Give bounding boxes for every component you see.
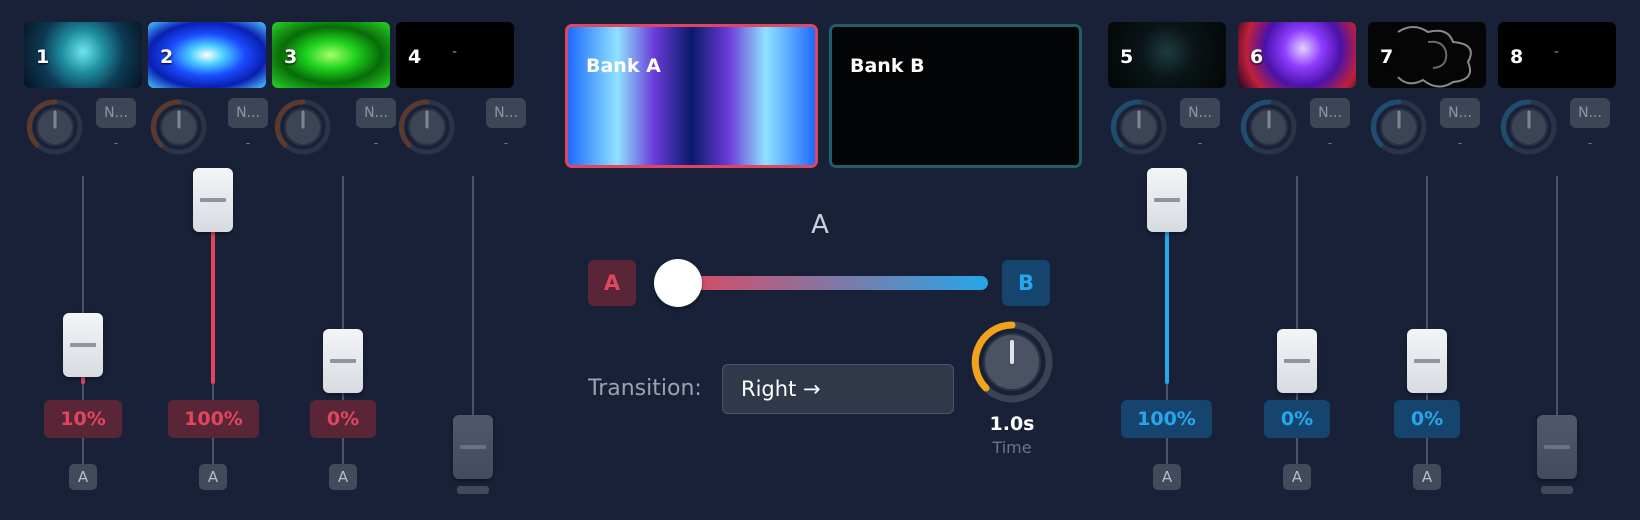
crossfader-position-label: A <box>811 210 829 240</box>
channel-3-level-badge: 0% <box>310 400 376 438</box>
channel-2-thumbnail[interactable]: 2 <box>148 22 266 88</box>
channel-4-empty-dash: - <box>452 44 458 60</box>
channel-7-mode-dash: - <box>1457 136 1463 150</box>
crossfader-handle[interactable] <box>654 259 702 307</box>
channel-8-fader[interactable] <box>1537 415 1577 479</box>
channel-7-fader[interactable] <box>1407 329 1447 393</box>
channel-2-fader[interactable] <box>193 168 233 232</box>
channel-8-thumbnail[interactable]: 8 - <box>1498 22 1616 88</box>
channel-3-mode-dash: - <box>373 136 379 150</box>
channel-1-assign-button[interactable]: A <box>69 464 97 490</box>
channel-3-mode-button[interactable]: N... <box>356 98 396 128</box>
channel-7-knob[interactable] <box>1370 98 1428 156</box>
channel-6-mode-button[interactable]: N... <box>1310 98 1350 128</box>
channel-8-knob[interactable] <box>1500 98 1558 156</box>
channel-7-level-badge: 0% <box>1394 400 1460 438</box>
channel-2-mode-button[interactable]: N... <box>228 98 268 128</box>
transition-select[interactable]: Right → <box>722 364 954 414</box>
channel-6-mode-dash: - <box>1327 136 1333 150</box>
channel-3-knob[interactable] <box>274 98 332 156</box>
channel-1-mode-button[interactable]: N... <box>96 98 136 128</box>
channel-4-thumbnail[interactable]: 4 - <box>396 22 514 88</box>
channel-4-assign-stub <box>457 486 489 494</box>
bank-b-label: Bank B <box>850 55 925 77</box>
channel-8-number: 8 <box>1510 46 1524 68</box>
bank-b-preview[interactable]: Bank B <box>829 24 1082 168</box>
channel-1-number: 1 <box>36 46 50 68</box>
channel-7-thumbnail[interactable]: 7 <box>1368 22 1486 88</box>
channel-3-thumbnail[interactable]: 3 <box>272 22 390 88</box>
channel-3-assign-button[interactable]: A <box>329 464 357 490</box>
channel-5-number: 5 <box>1120 46 1134 68</box>
channel-2-knob[interactable] <box>150 98 208 156</box>
channel-4-number: 4 <box>408 46 422 68</box>
channel-8-mode-dash: - <box>1587 136 1593 150</box>
channel-6-number: 6 <box>1250 46 1264 68</box>
channel-4-fader[interactable] <box>453 415 493 479</box>
transition-time-value: 1.0s <box>989 413 1035 435</box>
channel-2-level-badge: 100% <box>168 400 259 438</box>
channel-1-mode-dash: - <box>113 136 119 150</box>
channel-5-level-badge: 100% <box>1121 400 1212 438</box>
channel-8-empty-dash: - <box>1554 44 1560 60</box>
channel-2-assign-button[interactable]: A <box>199 464 227 490</box>
bank-a-label: Bank A <box>586 55 661 77</box>
transition-time-knob[interactable] <box>970 320 1054 404</box>
channel-8-mode-button[interactable]: N... <box>1570 98 1610 128</box>
channel-2-level-fill <box>211 228 215 384</box>
channel-5-thumbnail[interactable]: 5 <box>1108 22 1226 88</box>
channel-2-mode-dash: - <box>245 136 251 150</box>
crossfader-a-button[interactable]: A <box>588 260 636 306</box>
channel-6-fader[interactable] <box>1277 329 1317 393</box>
transition-select-value: Right → <box>741 377 821 401</box>
channel-5-fader[interactable] <box>1147 168 1187 232</box>
transition-time-label: Time <box>992 438 1032 457</box>
channel-4-knob[interactable] <box>398 98 456 156</box>
transition-label: Transition: <box>588 376 702 401</box>
channel-4-mode-dash: - <box>503 136 509 150</box>
channel-7-assign-button[interactable]: A <box>1413 464 1441 490</box>
crossfader-b-button[interactable]: B <box>1002 260 1050 306</box>
channel-2-number: 2 <box>160 46 174 68</box>
channel-7-number: 7 <box>1380 46 1394 68</box>
channel-6-assign-button[interactable]: A <box>1283 464 1311 490</box>
channel-7-mode-button[interactable]: N... <box>1440 98 1480 128</box>
channel-5-mode-button[interactable]: N... <box>1180 98 1220 128</box>
channel-8-assign-stub <box>1541 486 1573 494</box>
channel-6-level-badge: 0% <box>1264 400 1330 438</box>
channel-6-knob[interactable] <box>1240 98 1298 156</box>
channel-1-knob[interactable] <box>26 98 84 156</box>
channel-3-fader[interactable] <box>323 329 363 393</box>
channel-5-level-fill <box>1165 228 1169 384</box>
channel-5-knob[interactable] <box>1110 98 1168 156</box>
channel-3-number: 3 <box>284 46 298 68</box>
channel-5-mode-dash: - <box>1197 136 1203 150</box>
channel-4-mode-button[interactable]: N... <box>486 98 526 128</box>
channel-1-level-badge: 10% <box>44 400 122 438</box>
channel-1-fader[interactable] <box>63 313 103 377</box>
channel-5-assign-button[interactable]: A <box>1153 464 1181 490</box>
bank-a-preview[interactable]: Bank A <box>565 24 818 168</box>
crossfader-track[interactable] <box>676 276 988 290</box>
channel-1-thumbnail[interactable]: 1 <box>24 22 142 88</box>
channel-6-thumbnail[interactable]: 6 <box>1238 22 1356 88</box>
